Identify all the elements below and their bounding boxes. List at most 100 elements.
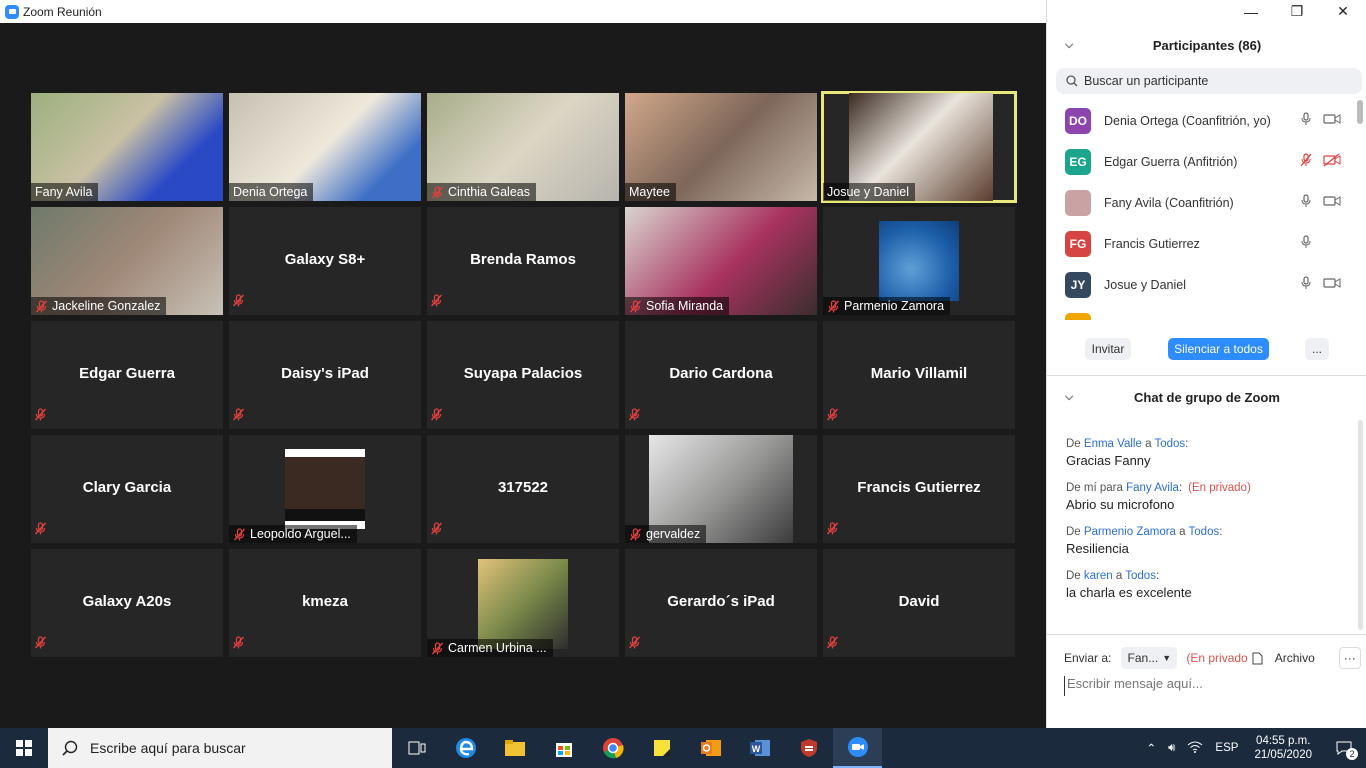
message-recipient[interactable]: Todos [1189, 526, 1220, 538]
minimize-button[interactable]: — [1228, 0, 1274, 23]
taskbar-search-placeholder: Escribe aquí para buscar [90, 740, 246, 756]
mic-icon [1299, 276, 1313, 293]
video-tile[interactable]: Clary Garcia [31, 435, 223, 543]
restore-button[interactable]: ❐ [1274, 0, 1320, 23]
video-tile[interactable]: Carmen Urbina ... [427, 549, 619, 657]
participant-row[interactable]: FG Francis Gutierrez [1047, 223, 1357, 264]
participant-name: Daisy's iPad [281, 365, 369, 382]
clock-date: 21/05/2020 [1254, 749, 1312, 761]
sticky-notes-icon[interactable] [637, 728, 686, 768]
clock-time: 04:55 p.m. [1256, 735, 1311, 747]
store-icon[interactable] [539, 728, 588, 768]
video-tile[interactable]: Dario Cardona [625, 321, 817, 429]
video-tile[interactable]: Sofia Miranda [625, 207, 817, 315]
video-tile[interactable]: Gerardo´s iPad [625, 549, 817, 657]
video-tile[interactable]: Josue y Daniel [821, 91, 1017, 203]
chat-scrollbar[interactable] [1358, 420, 1363, 630]
video-tile[interactable]: Mario Villamil [823, 321, 1015, 429]
participant-name: Denia Ortega [233, 185, 308, 199]
participant-row[interactable]: JY Josue y Daniel [1047, 264, 1357, 305]
participant-name: Clary Garcia [82, 479, 172, 496]
file-explorer-icon[interactable] [490, 728, 539, 768]
message-sender[interactable]: Fany Avila [1126, 482, 1179, 494]
chevron-down-icon[interactable]: ⌵ [1065, 391, 1073, 404]
language-indicator[interactable]: ESP [1209, 742, 1244, 754]
participant-scrollbar[interactable] [1357, 100, 1363, 124]
video-tile[interactable]: gervaldez [625, 435, 817, 543]
taskbar-search-input[interactable]: Escribe aquí para buscar [48, 728, 392, 768]
clock[interactable]: 04:55 p.m. 21/05/2020 [1244, 734, 1322, 762]
message-prefix: De [1066, 526, 1084, 538]
outlook-icon[interactable] [686, 728, 735, 768]
file-icon[interactable] [1252, 652, 1263, 665]
participant-search-input[interactable]: Buscar un participante [1056, 68, 1362, 94]
avatar [1065, 313, 1091, 320]
video-tile[interactable]: Brenda Ramos [427, 207, 619, 315]
divider [1047, 375, 1366, 376]
chat-message-meta: De mí para Fany Avila: (En privado) [1066, 482, 1356, 494]
chrome-icon[interactable] [588, 728, 637, 768]
windows-taskbar: Escribe aquí para buscar W ⌃ 🔊︎ ESP 04:5… [0, 728, 1366, 768]
task-view-icon[interactable] [392, 728, 441, 768]
message-prefix: De mí para [1066, 482, 1127, 494]
video-tile[interactable]: Jackeline Gonzalez [31, 207, 223, 315]
send-to-label: Enviar a: [1064, 651, 1112, 665]
video-tile[interactable]: kmeza [229, 549, 421, 657]
video-tile[interactable]: Galaxy A20s [31, 549, 223, 657]
start-button[interactable] [0, 728, 48, 768]
invite-button[interactable]: Invitar [1085, 338, 1131, 360]
wifi-icon[interactable] [1181, 741, 1209, 756]
message-sender[interactable]: karen [1084, 570, 1113, 582]
more-button[interactable]: ... [1305, 338, 1329, 360]
video-tile[interactable]: Galaxy S8+ [229, 207, 421, 315]
participant-row[interactable]: DO Denia Ortega (Coanfitrión, yo) [1047, 100, 1357, 141]
participant-row[interactable]: Fany Avila (Coanfitrión) [1047, 182, 1357, 223]
recipient-dropdown[interactable]: Fan... ▼ [1121, 647, 1178, 669]
mute-all-button[interactable]: Silenciar a todos [1168, 338, 1269, 360]
tile-name-label: Maytee [625, 183, 676, 201]
chat-message-input[interactable]: Escribir mensaje aquí... [1064, 676, 1354, 696]
avatar [1065, 189, 1091, 216]
antivirus-icon[interactable] [784, 728, 833, 768]
muted-mic-icon [826, 408, 839, 426]
message-colon: : [1155, 570, 1160, 582]
chevron-up-icon[interactable]: ⌃ [1141, 741, 1163, 755]
message-sender[interactable]: Enma Valle [1084, 438, 1142, 450]
video-tile[interactable]: Edgar Guerra [31, 321, 223, 429]
video-tile[interactable]: David [823, 549, 1015, 657]
video-tile[interactable]: Denia Ortega [229, 93, 421, 201]
message-recipient[interactable]: Todos [1125, 570, 1156, 582]
notifications-icon[interactable]: 2 [1322, 728, 1366, 768]
video-tile[interactable]: Leopoldo Arguel... [229, 435, 421, 543]
video-tile[interactable]: Suyapa Palacios [427, 321, 619, 429]
video-tile[interactable]: Parmenio Zamora [823, 207, 1015, 315]
message-recipient[interactable]: Todos [1154, 438, 1185, 450]
word-icon[interactable]: W [735, 728, 784, 768]
participant-name: Jackeline Gonzalez [52, 299, 161, 313]
participant-name: 317522 [497, 479, 549, 496]
close-button[interactable]: ✕ [1320, 0, 1366, 23]
file-button[interactable]: Archivo [1275, 651, 1315, 665]
windows-logo-icon [16, 740, 32, 756]
video-tile[interactable]: Daisy's iPad [229, 321, 421, 429]
muted-mic-icon [1299, 153, 1313, 170]
chat-more-button[interactable]: ··· [1338, 647, 1361, 669]
zoom-taskbar-icon[interactable] [833, 728, 882, 768]
participant-actions: Invitar Silenciar a todos ... [1047, 338, 1366, 362]
message-colon: : [1219, 526, 1223, 538]
video-tile[interactable]: 317522 [427, 435, 619, 543]
message-sender[interactable]: Parmenio Zamora [1084, 526, 1176, 538]
participant-row[interactable]: EG Edgar Guerra (Anfitrión) [1047, 141, 1357, 182]
video-tile[interactable]: Cinthia Galeas [427, 93, 619, 201]
video-tile[interactable]: Fany Avila [31, 93, 223, 201]
profile-picture [285, 449, 365, 529]
video-tile[interactable]: Maytee [625, 93, 817, 201]
chat-title: Chat de grupo de Zoom [1134, 389, 1280, 405]
chat-messages: De Enma Valle a Todos: Gracias Fanny De mí… [1066, 420, 1356, 630]
volume-icon[interactable]: 🔊︎ [1162, 742, 1181, 755]
zoom-window: Zoom Reunión — ❐ ✕ Fany Avila Denia Orteg… [0, 0, 1366, 728]
edge-icon[interactable] [441, 728, 490, 768]
video-tile[interactable]: Francis Gutierrez [823, 435, 1015, 543]
chevron-down-icon[interactable]: ⌵ [1065, 39, 1073, 52]
participant-name: Gerardo´s iPad [667, 593, 775, 610]
